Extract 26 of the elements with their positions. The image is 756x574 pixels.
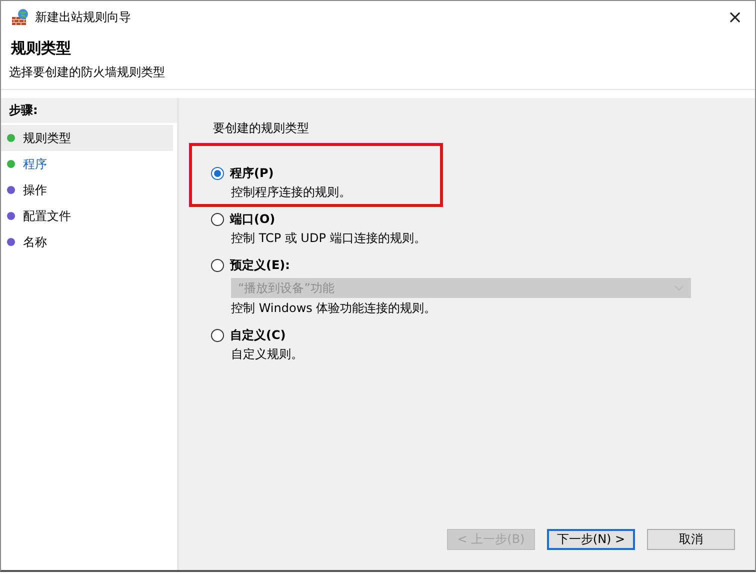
option-label[interactable]: 程序(P): [230, 165, 274, 182]
option-label[interactable]: 预定义(E):: [230, 257, 290, 274]
step-item[interactable]: 名称: [1, 229, 173, 255]
page-subtitle: 选择要创建的防火墙规则类型: [9, 64, 166, 81]
option-description: 控制程序连接的规则。: [231, 184, 352, 201]
step-item[interactable]: 操作: [1, 177, 173, 203]
option-description: 控制 TCP 或 UDP 端口连接的规则。: [231, 230, 427, 247]
step-item[interactable]: 程序: [1, 151, 173, 177]
dialog-button[interactable]: 下一步(N) >: [547, 529, 635, 550]
step-item[interactable]: 规则类型: [1, 125, 173, 151]
step-item[interactable]: 配置文件: [1, 203, 173, 229]
radio-button[interactable]: [211, 329, 224, 342]
window-title: 新建出站规则向导: [35, 8, 131, 26]
close-button[interactable]: ×: [715, 6, 755, 28]
steps-heading: 步骤:: [1, 98, 177, 123]
radio-button[interactable]: [211, 213, 224, 226]
firewall-icon: [11, 8, 29, 26]
dialog-button[interactable]: 取消: [647, 529, 735, 550]
option-description: 自定义规则。: [231, 346, 304, 363]
option-label[interactable]: 自定义(C): [230, 327, 286, 344]
prompt-text: 要创建的规则类型: [213, 120, 310, 137]
radio-button[interactable]: [211, 167, 224, 180]
option-description: 控制 Windows 体验功能连接的规则。: [231, 300, 438, 317]
radio-button[interactable]: [211, 259, 224, 272]
option-label[interactable]: 端口(O): [230, 211, 276, 228]
page-title: 规则类型: [10, 38, 72, 59]
